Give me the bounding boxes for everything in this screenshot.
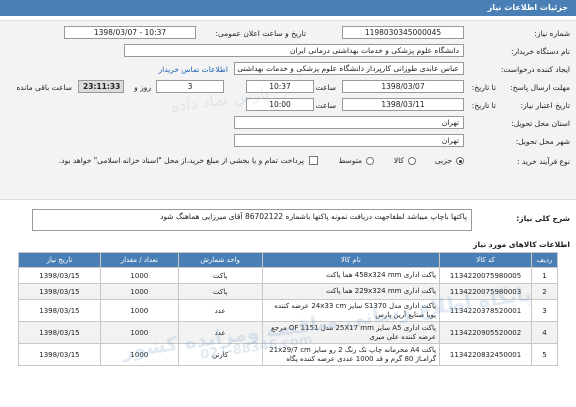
cell-qty: 1000 <box>99 267 179 284</box>
creator-field[interactable]: عباس عابدی طوزانی کارپرداز دانشگاه علوم … <box>234 62 464 75</box>
validity-time-label: ساعت <box>315 101 336 110</box>
validity-time-field[interactable]: 10:00 <box>246 98 314 111</box>
remaining-label: ساعت باقی مانده <box>16 83 72 92</box>
cell-qty: 1000 <box>99 321 179 344</box>
cell-name: پاکت A4 محرمانه چاپ تک رنگ 2 رو سایز 21x… <box>261 343 441 366</box>
cell-name: پاکت اداری مدل S1370 سایز 24x33 cm عرضه … <box>261 299 441 322</box>
buyer-org-label: نام دستگاه خریدار: <box>510 47 570 56</box>
cell-date: 1398/03/15 <box>18 299 101 322</box>
need-details-form: شماره نیاز: 1198030345000045 تاریخ و ساع… <box>0 20 576 200</box>
reply-deadline-prefix: تا تاریخ: <box>471 83 496 92</box>
radio-goods[interactable] <box>408 157 416 165</box>
city-label: شهر محل تحویل: <box>515 137 570 146</box>
cell-index: 5 <box>531 343 558 366</box>
payment-note: پرداخت تمام و یا بخشی از مبلغ خرید،از مح… <box>58 156 304 165</box>
cell-date: 1398/03/15 <box>18 283 101 300</box>
cell-date: 1398/03/15 <box>18 343 101 366</box>
cell-name: پاکت اداری 458x324 mm هما پاکت <box>261 267 441 284</box>
radio-goods-label: کالا <box>393 156 404 165</box>
cell-qty: 1000 <box>99 343 179 366</box>
treasury-checkbox[interactable] <box>309 156 318 165</box>
col-header-date: تاریخ نیاز <box>18 252 101 268</box>
cell-index: 2 <box>531 283 558 300</box>
col-header-index: ردیف <box>531 252 558 268</box>
cell-unit: پاکت <box>177 283 263 300</box>
col-header-code: کد کالا <box>439 252 533 268</box>
city-field[interactable]: تهران <box>234 134 464 147</box>
cell-unit: کارتن <box>177 343 263 366</box>
cell-date: 1398/03/15 <box>18 267 101 284</box>
validity-prefix: تا تاریخ: <box>471 101 496 110</box>
description-field[interactable]: پاکتها باچاپ میباشد لطفاجهت دریافت نمونه… <box>32 209 472 231</box>
table-row[interactable]: 3 1134220378520001 پاکت اداری مدل S1370 … <box>18 299 558 322</box>
radio-medium-label: متوسط <box>338 156 362 165</box>
need-number-label: شماره نیاز: <box>534 29 570 38</box>
table-row[interactable]: 4 1134220905520002 پاکت اداری A5 سایز 25… <box>18 321 558 344</box>
cell-name: پاکت اداری A5 سایز 25X17 mm مدل OF 1151 … <box>261 321 441 344</box>
cell-code: 1134220075980003 <box>439 283 533 300</box>
creator-label: ایجاد کننده درخواست: <box>500 65 570 74</box>
cell-unit: عدد <box>177 299 263 322</box>
radio-partial-label: جزیی <box>434 156 452 165</box>
col-header-name: نام کالا <box>261 252 441 268</box>
cell-code: 1134220905520002 <box>439 321 533 344</box>
contact-info-link[interactable]: اطلاعات تماس خریدار <box>159 65 229 74</box>
purchase-type-label: نوع فرآیند خرید : <box>516 157 570 166</box>
cell-code: 1134220832450001 <box>439 343 533 366</box>
cell-unit: پاکت <box>177 267 263 284</box>
table-row[interactable]: 5 1134220832450001 پاکت A4 محرمانه چاپ ت… <box>18 343 558 366</box>
reply-deadline-label: مهلت ارسال پاسخ: <box>510 83 570 92</box>
col-header-unit: واحد شمارش <box>177 252 263 268</box>
cell-name: پاکت اداری 229x324 mm هما پاکت <box>261 283 441 300</box>
col-header-qty: تعداد / مقدار <box>99 252 179 268</box>
reply-time-label: ساعت <box>315 83 336 92</box>
need-number-field[interactable]: 1198030345000045 <box>342 26 464 39</box>
description-row: شرح کلی نیاز: پاکتها باچاپ میباشد لطفاجه… <box>0 206 576 234</box>
announce-field[interactable]: 1398/03/07 - 10:37 <box>64 26 196 39</box>
reply-date-field[interactable]: 1398/03/07 <box>342 80 464 93</box>
reply-time-field[interactable]: 10:37 <box>246 80 314 93</box>
cell-index: 1 <box>531 267 558 284</box>
cell-date: 1398/03/15 <box>18 321 101 344</box>
radio-partial[interactable] <box>456 157 464 165</box>
cell-qty: 1000 <box>99 283 179 300</box>
page-header: جزئیات اطلاعات نیاز <box>0 0 576 16</box>
province-label: استان محل تحویل: <box>511 119 570 128</box>
days-label: روز و <box>134 83 151 92</box>
validity-label: تاریخ اعتبار نیاز: <box>520 101 570 110</box>
cell-index: 4 <box>531 321 558 344</box>
items-table: ردیف کد کالا نام کالا واحد شمارش تعداد /… <box>18 252 558 366</box>
page-title: جزئیات اطلاعات نیاز <box>487 3 568 12</box>
table-row[interactable]: 1 1134220075980005 پاکت اداری 458x324 mm… <box>18 267 558 284</box>
remaining-time-field: 23:11:33 <box>78 80 124 93</box>
cell-code: 1134220075980005 <box>439 267 533 284</box>
validity-date-field[interactable]: 1398/03/11 <box>342 98 464 111</box>
description-label: شرح کلی نیاز: <box>516 214 570 223</box>
table-header-row: ردیف کد کالا نام کالا واحد شمارش تعداد /… <box>18 252 558 268</box>
buyer-org-field[interactable]: دانشگاه علوم پزشکی و خدمات بهداشتی درمان… <box>124 44 464 57</box>
cell-qty: 1000 <box>99 299 179 322</box>
cell-unit: عدد <box>177 321 263 344</box>
table-row[interactable]: 2 1134220075980003 پاکت اداری 229x324 mm… <box>18 283 558 300</box>
cell-index: 3 <box>531 299 558 322</box>
items-section-title: اطلاعات کالاهای مورد نیاز <box>473 240 570 249</box>
days-field[interactable]: 3 <box>156 80 224 93</box>
province-field[interactable]: تهران <box>234 116 464 129</box>
radio-medium[interactable] <box>366 157 374 165</box>
announce-label: تاریخ و ساعت اعلان عمومی: <box>215 29 306 38</box>
cell-code: 1134220378520001 <box>439 299 533 322</box>
